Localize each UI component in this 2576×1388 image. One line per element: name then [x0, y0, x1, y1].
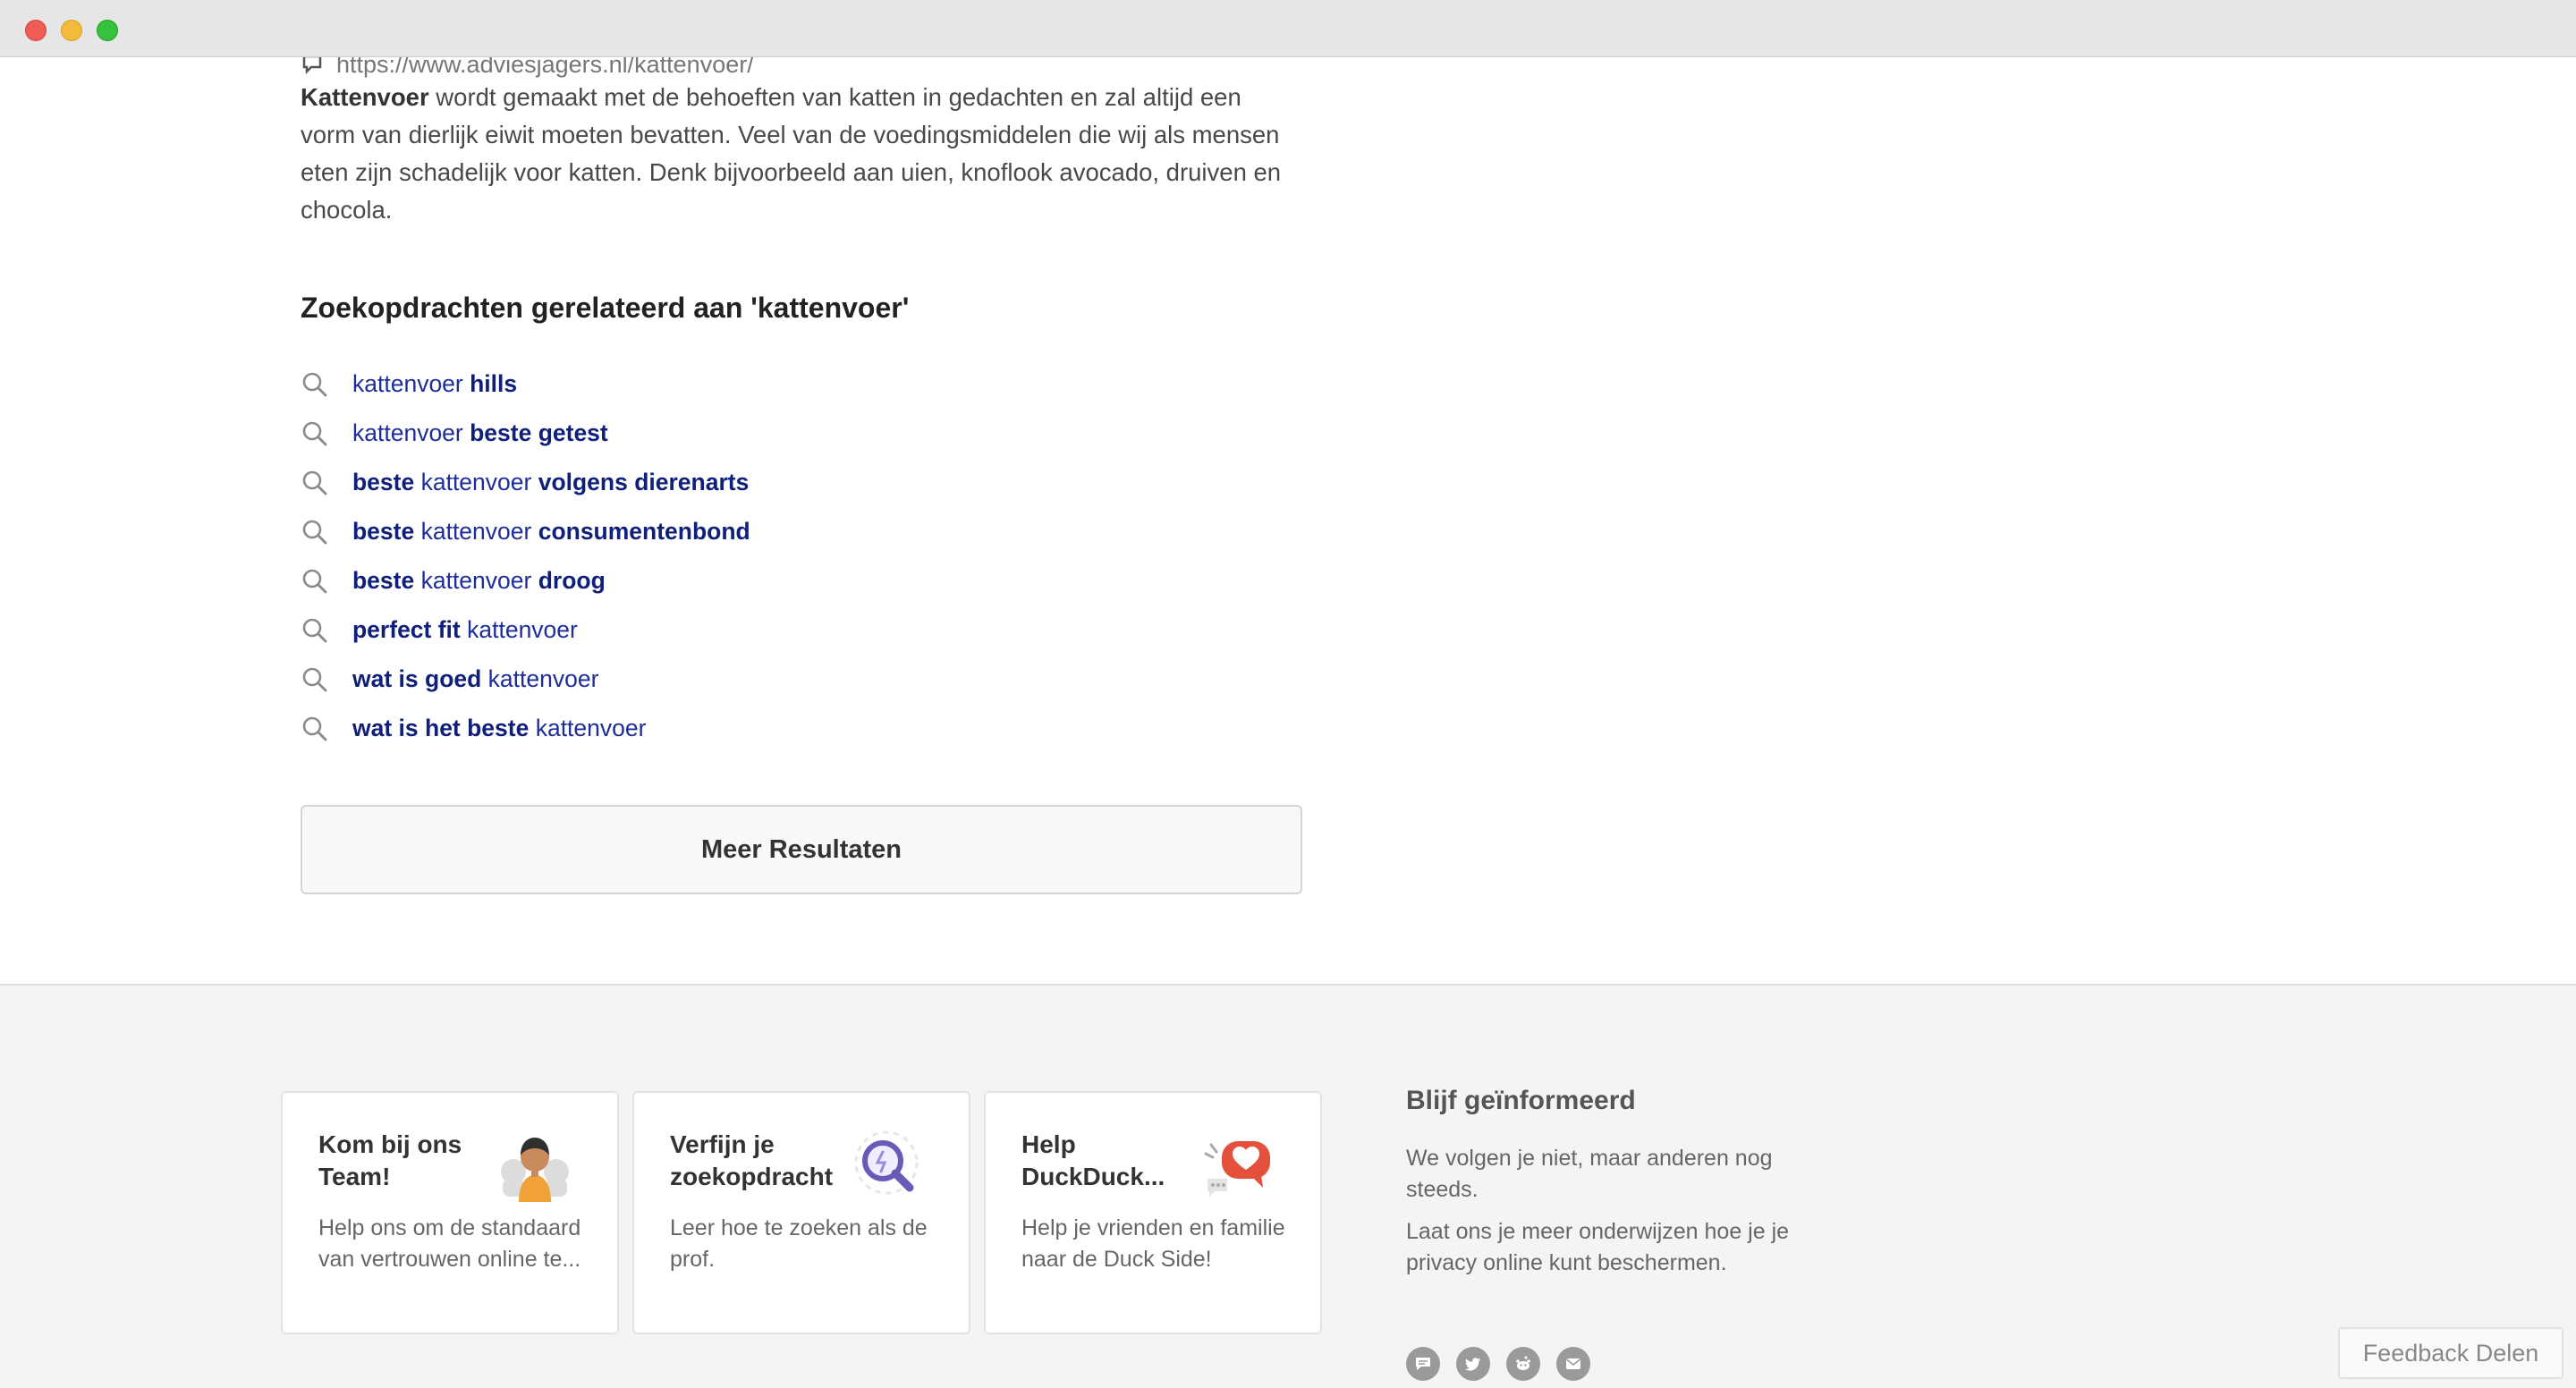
related-searches-list: kattenvoer hills kattenvoer beste getest b… [301, 360, 750, 753]
related-search-item[interactable]: kattenvoer hills [301, 360, 750, 409]
chat-icon[interactable] [1406, 1347, 1440, 1381]
stay-informed-text-2: Laat ons je meer onderwijzen hoe je je p… [1406, 1219, 1790, 1275]
footer-card-help[interactable]: Help DuckDuck... Help je vrienden en fam… [984, 1091, 1322, 1334]
search-icon [302, 421, 327, 445]
related-search-text: wat is goed [352, 665, 482, 692]
social-links [1406, 1347, 1590, 1381]
search-icon [302, 569, 327, 593]
related-search-text: beste getest [470, 419, 608, 446]
card-title: Help DuckDuck... [1021, 1130, 1165, 1190]
card-title: Verfijn je zoekopdracht [670, 1130, 834, 1190]
search-icon [302, 618, 327, 642]
related-search-link[interactable]: wat is het beste kattenvoer [352, 715, 646, 742]
magnifier-illustration-icon [854, 1130, 919, 1195]
related-search-text: beste [352, 567, 415, 594]
related-search-item[interactable]: perfect fit kattenvoer [301, 605, 750, 655]
related-search-text: kattenvoer [352, 370, 470, 397]
close-window-button[interactable] [25, 20, 47, 41]
related-search-text: hills [470, 370, 518, 397]
related-search-link[interactable]: perfect fit kattenvoer [352, 616, 578, 644]
related-search-item[interactable]: beste kattenvoer droog [301, 556, 750, 605]
related-search-text: beste [352, 469, 415, 495]
snippet-text: wordt gemaakt met de behoeften van katte… [301, 83, 1282, 224]
related-search-text: kattenvoer [414, 469, 538, 495]
related-search-text: kattenvoer [529, 715, 647, 741]
related-search-text: kattenvoer [414, 518, 538, 545]
favicon-icon [302, 57, 322, 75]
related-search-text: kattenvoer [481, 665, 599, 692]
card-title: Kom bij ons Team! [318, 1130, 462, 1190]
related-search-link[interactable]: kattenvoer beste getest [352, 419, 608, 447]
search-icon [302, 667, 327, 691]
related-search-text: kattenvoer [352, 419, 470, 446]
related-search-item[interactable]: wat is goed kattenvoer [301, 655, 750, 704]
search-icon [302, 520, 327, 544]
related-search-link[interactable]: kattenvoer hills [352, 370, 517, 398]
related-search-text: kattenvoer [460, 616, 578, 643]
related-search-text: wat is het beste [352, 715, 530, 741]
related-search-text: beste [352, 518, 415, 545]
related-search-text: volgens dierenarts [538, 469, 750, 495]
maximize-window-button[interactable] [97, 20, 118, 41]
related-search-item[interactable]: kattenvoer beste getest [301, 409, 750, 458]
reddit-icon[interactable] [1506, 1347, 1540, 1381]
footer-card-team[interactable]: Kom bij ons Team! Help ons om de standaa… [281, 1091, 619, 1334]
minimize-window-button[interactable] [61, 20, 82, 41]
related-searches-title: Zoekopdrachten gerelateerd aan 'kattenvo… [301, 292, 910, 324]
related-search-link[interactable]: wat is goed kattenvoer [352, 665, 598, 693]
related-search-text: kattenvoer [414, 567, 538, 594]
card-description: Help je vrienden en familie naar de Duck… [1021, 1215, 1285, 1272]
result-snippet: Kattenvoer wordt gemaakt met de behoefte… [301, 79, 1302, 229]
heart-bubble-illustration-icon [1204, 1141, 1270, 1197]
stay-informed-title: Blijf geïnformeerd [1406, 1086, 1636, 1115]
window-titlebar [0, 0, 2576, 57]
result-url[interactable]: https://www.adviesjagers.nl/kattenvoer/ [336, 57, 754, 79]
more-results-button[interactable]: Meer Resultaten [301, 805, 1302, 894]
footer-card-refine[interactable]: Verfijn je zoekopdracht Leer hoe te zoek… [632, 1091, 970, 1334]
search-icon [302, 372, 327, 396]
search-icon [302, 470, 327, 495]
stay-informed-text-1: We volgen je niet, maar anderen nog stee… [1406, 1146, 1773, 1202]
stay-informed-section: Blijf geïnformeerd We volgen je niet, ma… [1406, 1086, 1800, 1279]
mail-icon[interactable] [1556, 1347, 1590, 1381]
twitter-icon[interactable] [1456, 1347, 1490, 1381]
related-search-text: consumentenbond [538, 518, 750, 545]
card-description: Help ons om de standaard van vertrouwen … [318, 1215, 581, 1272]
related-search-item[interactable]: beste kattenvoer consumentenbond [301, 507, 750, 556]
card-description: Leer hoe te zoeken als de prof. [670, 1215, 928, 1272]
related-search-link[interactable]: beste kattenvoer volgens dierenarts [352, 469, 749, 496]
team-illustration-icon [501, 1138, 569, 1202]
related-search-link[interactable]: beste kattenvoer consumentenbond [352, 518, 750, 546]
page-content: https://www.adviesjagers.nl/kattenvoer/ … [0, 57, 2576, 1388]
footer: Kom bij ons Team! Help ons om de standaa… [0, 984, 2576, 1388]
related-search-item[interactable]: beste kattenvoer volgens dierenarts [301, 458, 750, 507]
feedback-button[interactable]: Feedback Delen [2338, 1327, 2563, 1379]
search-icon [302, 716, 327, 741]
snippet-bold-term: Kattenvoer [301, 83, 429, 111]
related-search-text: perfect fit [352, 616, 461, 643]
related-search-link[interactable]: beste kattenvoer droog [352, 567, 606, 595]
related-search-text: droog [538, 567, 606, 594]
related-search-item[interactable]: wat is het beste kattenvoer [301, 704, 750, 753]
